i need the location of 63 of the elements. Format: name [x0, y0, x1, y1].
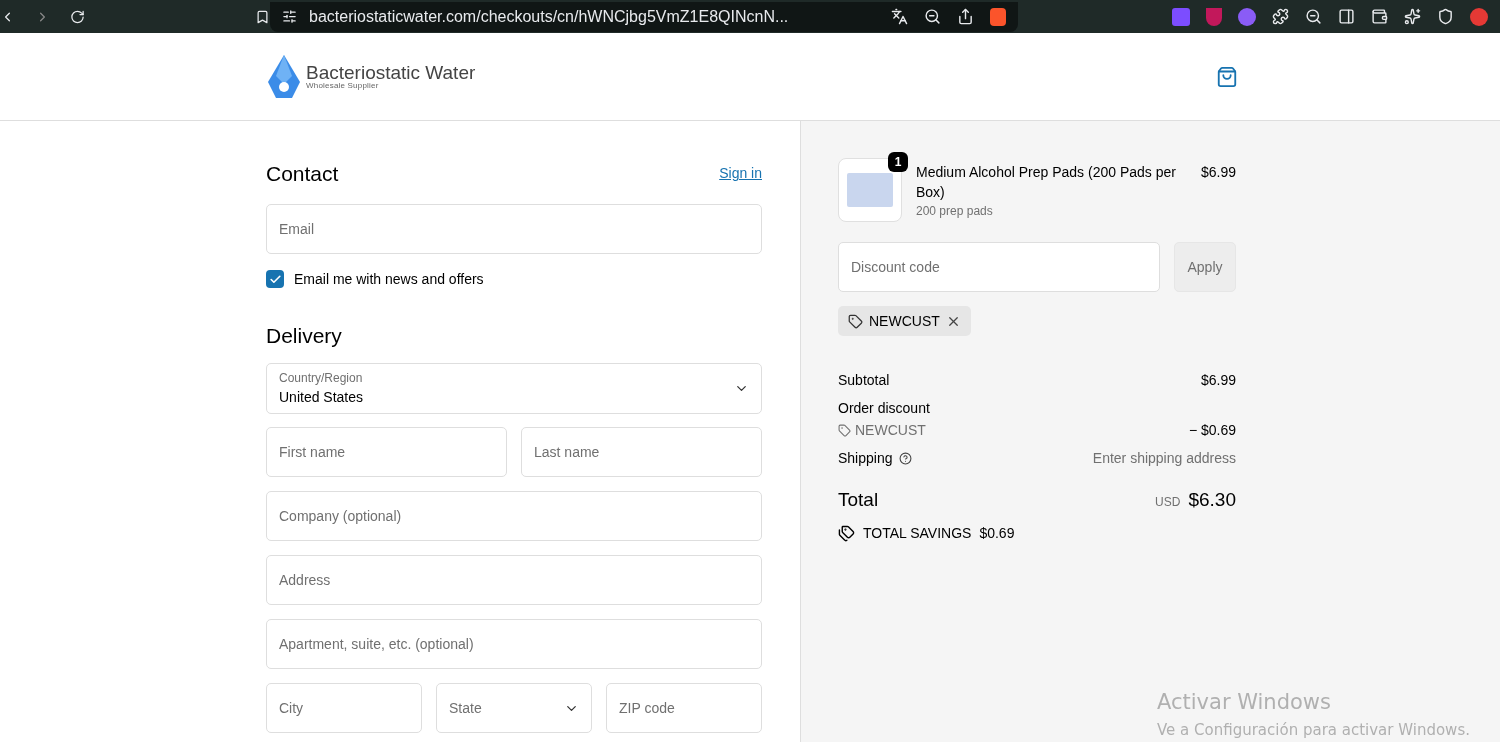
country-value: United States [279, 388, 364, 407]
newsletter-checkbox[interactable] [266, 270, 284, 288]
shipping-label: Shipping [838, 449, 893, 468]
input-field[interactable]: ZIP code [606, 683, 762, 733]
product-name: Medium Alcohol Prep Pads (200 Pads per Box) [916, 163, 1177, 202]
discount-code-label: NEWCUST [855, 421, 926, 440]
address-bar[interactable]: bacteriostaticwater.com/checkouts/cn/hWNCjbg5VmZ1E8QINcnN... [270, 1, 1018, 32]
input-field[interactable]: Last name [521, 427, 762, 477]
product-thumbnail [838, 158, 902, 222]
discount-tag-label: NEWCUST [869, 311, 940, 331]
delivery-heading: Delivery [266, 322, 343, 349]
total-savings-value: $0.69 [979, 523, 1015, 543]
discount-value: − $0.69 [1188, 421, 1236, 440]
activation-text: Ve a Configuración para activar Windows. [1157, 719, 1470, 741]
zoom-out-icon[interactable] [924, 8, 941, 25]
input-field[interactable]: First name [266, 427, 507, 477]
url-text: bacteriostaticwater.com/checkouts/cn/hWNCjbg5VmZ1E8QINcnN... [309, 6, 789, 27]
order-discount-label: Order discount [838, 399, 931, 418]
site-settings-icon[interactable] [282, 9, 297, 24]
activation-title: Activar Windows [1157, 689, 1332, 716]
translate-icon[interactable] [891, 8, 908, 25]
help-icon[interactable] [898, 452, 912, 465]
vpn-shield-icon[interactable] [1437, 8, 1454, 25]
total-value: $6.30 [1188, 488, 1236, 512]
product-variant: 200 prep pads [916, 203, 994, 220]
tags-icon [838, 524, 855, 542]
puzzle-icon[interactable] [1272, 8, 1289, 25]
logo-subtitle: Wholesale Supplier [306, 82, 380, 90]
logo-title: Bacteriostatic Water [306, 63, 476, 82]
contact-heading: Contact [266, 161, 339, 187]
newsletter-label: Email me with news and offers [294, 269, 484, 289]
quantity-badge: 1 [888, 152, 908, 172]
discount-code-field[interactable]: Discount code [838, 242, 1160, 292]
input-field[interactable]: Address [266, 555, 762, 605]
round-extension-icon[interactable] [1238, 7, 1256, 26]
subtotal-value: $6.99 [1200, 371, 1236, 390]
share-icon[interactable] [957, 8, 974, 25]
sign-in-link[interactable]: Sign in [719, 163, 762, 185]
email-field[interactable]: Email [266, 203, 762, 254]
shield-extension-icon[interactable] [1206, 7, 1222, 26]
profile-avatar-icon[interactable] [1470, 7, 1488, 26]
total-savings-label: TOTAL SAVINGS [863, 523, 972, 543]
shipping-value: Enter shipping address [1092, 449, 1236, 468]
search-page-icon[interactable] [1305, 8, 1322, 25]
tag-icon [838, 424, 851, 437]
apply-button[interactable]: Apply [1174, 242, 1236, 292]
subtotal-label: Subtotal [838, 371, 890, 390]
tag-icon [848, 313, 863, 329]
state-select[interactable]: State [436, 683, 592, 733]
product-price: $6.99 [1200, 163, 1236, 182]
check-icon [268, 272, 282, 286]
total-label: Total [838, 488, 879, 512]
wallet-icon[interactable] [1371, 8, 1388, 25]
input-field[interactable]: City [266, 683, 422, 733]
sparkles-icon[interactable] [1404, 8, 1421, 25]
country-label: Country/Region [279, 370, 364, 387]
currency-label: USD [1155, 494, 1181, 511]
input-field[interactable]: Apartment, suite, etc. (optional) [266, 619, 762, 669]
input-field[interactable]: Company (optional) [266, 491, 762, 541]
cart-bag-icon[interactable] [1216, 65, 1238, 88]
country-select[interactable]: Country/Region United States [266, 363, 762, 414]
water-drop-logo-icon [266, 53, 302, 100]
sidebar-icon[interactable] [1338, 8, 1355, 25]
